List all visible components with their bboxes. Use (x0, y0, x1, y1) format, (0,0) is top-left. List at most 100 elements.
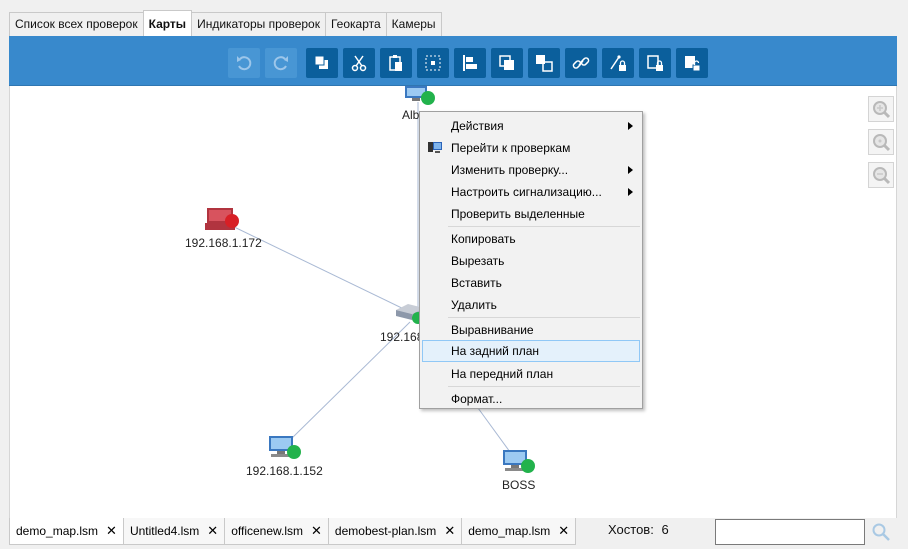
zoom-in-icon (873, 101, 891, 119)
computer-icon (503, 450, 535, 473)
link-button[interactable] (565, 48, 597, 78)
menu-item-check-selected[interactable]: Проверить выделенные (422, 203, 640, 225)
host-node-boss[interactable] (501, 448, 537, 476)
file-tab[interactable]: Untitled4.lsm ✕ (122, 518, 226, 545)
unlock-button[interactable] (676, 48, 708, 78)
align-left-icon (463, 55, 477, 71)
top-tabs: Список всех проверок Карты Индикаторы пр… (9, 10, 442, 36)
redo-icon (273, 56, 288, 71)
search-button[interactable] (866, 519, 896, 545)
menu-item-delete[interactable]: Удалить (422, 294, 640, 316)
zoom-reset-button[interactable] (868, 129, 894, 155)
host-node-192-168-1-172[interactable] (205, 206, 241, 234)
tab-maps[interactable]: Карты (142, 10, 193, 36)
bring-to-front-button[interactable] (306, 48, 338, 78)
group-button[interactable] (491, 48, 523, 78)
link-lock-icon (610, 55, 626, 71)
host-node-alb[interactable] (404, 86, 438, 108)
select-icon (425, 55, 441, 71)
undo-button[interactable] (228, 48, 260, 78)
file-tab[interactable]: demo_map.lsm ✕ (9, 518, 124, 545)
menu-item-cut[interactable]: Вырезать (422, 250, 640, 272)
hosts-count: Хостов: 6 (608, 522, 669, 537)
file-tab-label: demo_map.lsm (16, 524, 99, 538)
menu-item-label: Выравнивание (451, 323, 534, 337)
file-tab[interactable]: demo_map.lsm ✕ (461, 518, 577, 545)
zoom-reset-icon (873, 134, 891, 152)
submenu-arrow-icon (628, 122, 633, 130)
menu-item-format[interactable]: Формат... (422, 388, 640, 410)
menu-item-label: Действия (451, 119, 504, 133)
redo-button[interactable] (265, 48, 297, 78)
menu-item-label: На задний план (451, 344, 540, 358)
menu-item-label: На передний план (451, 367, 554, 381)
menu-separator (448, 386, 640, 387)
close-icon[interactable]: ✕ (444, 523, 455, 538)
file-tab[interactable]: officenew.lsm ✕ (224, 518, 329, 545)
file-tab-label: demobest-plan.lsm (334, 524, 437, 538)
menu-item-label: Формат... (451, 392, 503, 406)
monitor-icon (428, 142, 442, 153)
link-icon (572, 57, 590, 69)
scissors-icon (351, 55, 367, 72)
submenu-arrow-icon (628, 188, 633, 196)
host-label-192-168-1-152: 192.168.1.152 (246, 464, 323, 478)
computer-icon (405, 86, 435, 105)
menu-item-paste[interactable]: Вставить (422, 272, 640, 294)
file-tab-label: Untitled4.lsm (129, 524, 200, 538)
file-tab-label: demo_map.lsm (468, 524, 551, 538)
tab-cameras[interactable]: Камеры (385, 12, 442, 36)
link-lock-button[interactable] (602, 48, 634, 78)
menu-item-label: Вырезать (451, 254, 505, 268)
zoom-out-button[interactable] (868, 162, 894, 188)
tab-all-checks[interactable]: Список всех проверок (9, 12, 144, 36)
host-label-router: 192.168 (380, 330, 424, 344)
ungroup-button[interactable] (528, 48, 560, 78)
menu-item-go-to-checks[interactable]: Перейти к проверкам (422, 137, 640, 159)
clipboard-icon (389, 55, 402, 71)
hosts-value: 6 (661, 522, 669, 537)
menu-item-label: Проверить выделенные (451, 207, 585, 221)
close-icon[interactable]: ✕ (106, 523, 117, 538)
cut-button[interactable] (343, 48, 375, 78)
menu-item-label: Изменить проверку... (451, 163, 569, 177)
lock-button[interactable] (639, 48, 671, 78)
menu-item-align[interactable]: Выравнивание (422, 319, 640, 341)
hosts-label: Хостов: (608, 522, 654, 537)
close-icon[interactable]: ✕ (558, 523, 569, 538)
menu-item-label: Перейти к проверкам (451, 141, 571, 155)
host-node-192-168-1-152[interactable] (267, 434, 303, 462)
align-left-button[interactable] (454, 48, 486, 78)
menu-item-label: Настроить сигнализацию... (451, 185, 602, 199)
bring-to-front-icon (314, 55, 328, 69)
undo-icon (237, 56, 252, 71)
menu-item-actions[interactable]: Действия (422, 115, 640, 137)
menu-separator (448, 317, 640, 318)
menu-item-configure-alerts[interactable]: Настроить сигнализацию... (422, 181, 640, 203)
unlock-icon (685, 56, 701, 72)
file-tab[interactable]: demobest-plan.lsm ✕ (327, 518, 463, 545)
tab-geomap[interactable]: Геокарта (324, 12, 387, 36)
link-line (477, 407, 511, 453)
group-icon (499, 55, 514, 70)
context-menu: Действия Перейти к проверкам Изменить пр… (419, 111, 643, 409)
map-toolbar (9, 36, 897, 86)
close-icon[interactable]: ✕ (207, 523, 218, 538)
menu-item-label: Копировать (451, 232, 516, 246)
search-input[interactable] (715, 519, 865, 545)
menu-item-bring-to-front[interactable]: На передний план (422, 363, 640, 385)
select-all-button[interactable] (417, 48, 449, 78)
computer-error-icon (205, 208, 239, 230)
zoom-in-button[interactable] (868, 96, 894, 122)
lock-icon (647, 55, 663, 71)
menu-item-edit-check[interactable]: Изменить проверку... (422, 159, 640, 181)
search-icon (872, 523, 890, 541)
menu-item-send-to-back[interactable]: На задний план (422, 340, 640, 362)
close-icon[interactable]: ✕ (311, 523, 322, 538)
ungroup-icon (536, 55, 553, 72)
paste-button[interactable] (380, 48, 412, 78)
tab-check-indicators[interactable]: Индикаторы проверок (191, 12, 326, 36)
menu-item-label: Вставить (451, 276, 502, 290)
file-tab-label: officenew.lsm (231, 524, 304, 538)
menu-item-copy[interactable]: Копировать (422, 228, 640, 250)
